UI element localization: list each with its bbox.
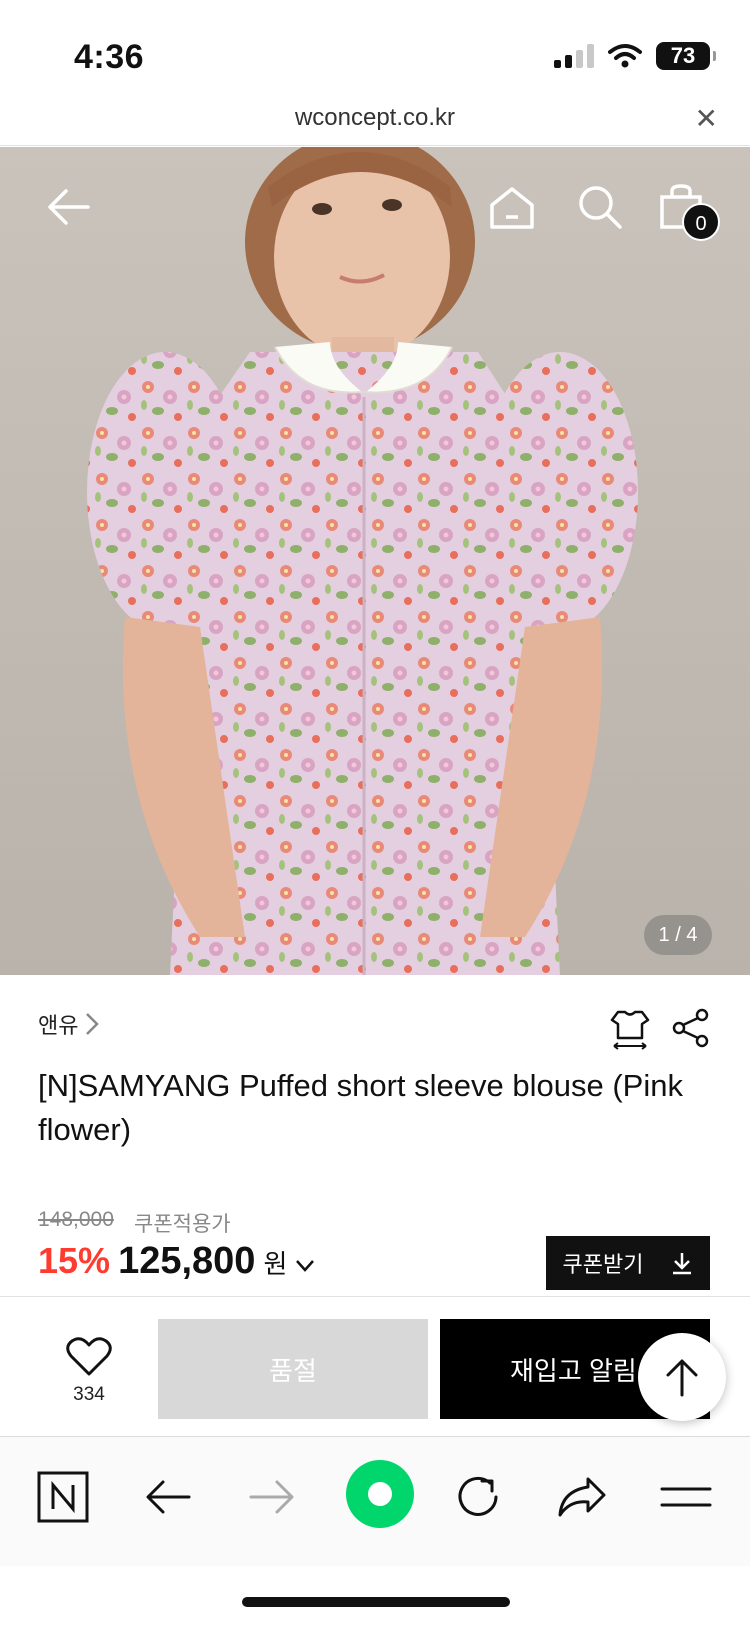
price-row[interactable]: 15% 125,800 원 xyxy=(38,1240,315,1283)
home-icon[interactable] xyxy=(488,183,536,231)
arrow-right-icon xyxy=(249,1480,294,1514)
product-photo xyxy=(87,147,638,975)
coupon-button-label: 쿠폰받기 xyxy=(562,1252,644,1277)
product-name: [N]SAMYANG Puffed short sleeve blouse (P… xyxy=(38,1068,683,1147)
arrow-left-icon xyxy=(146,1480,191,1514)
like-button[interactable]: 334 xyxy=(56,1337,122,1406)
purchase-action-bar: 334 품절 재입고 알림 xyxy=(0,1296,750,1436)
discount-rate: 15% xyxy=(38,1240,111,1281)
brand-link[interactable]: 앤유 xyxy=(38,1008,100,1040)
soldout-button[interactable]: 품절 xyxy=(158,1319,428,1419)
battery-indicator: 73 xyxy=(656,42,716,70)
close-icon[interactable]: ✕ xyxy=(695,102,718,135)
wifi-icon xyxy=(608,44,642,68)
naver-n-icon xyxy=(37,1471,89,1523)
browser-forward-button[interactable] xyxy=(242,1467,302,1527)
status-icons: 73 xyxy=(554,42,716,70)
brand-name: 앤유 xyxy=(38,1013,79,1038)
home-indicator[interactable] xyxy=(242,1597,510,1607)
scroll-to-top-button[interactable] xyxy=(638,1333,726,1421)
chevron-down-icon[interactable] xyxy=(295,1259,315,1273)
arrow-left-icon[interactable] xyxy=(44,183,92,231)
url-text[interactable]: wconcept.co.kr xyxy=(0,104,750,132)
status-time: 4:36 xyxy=(74,38,145,76)
sale-price: 125,800 xyxy=(118,1240,256,1282)
browser-back-button[interactable] xyxy=(138,1467,198,1527)
cellular-signal-icon xyxy=(554,44,594,68)
product-info-icons xyxy=(610,1008,710,1050)
original-price: 148,000 xyxy=(38,1208,114,1231)
product-image-gallery[interactable]: 0 1 / 4 xyxy=(0,147,750,975)
green-dot-button[interactable] xyxy=(345,1459,415,1529)
coupon-price-note: 쿠폰적용가 xyxy=(134,1213,231,1236)
size-guide-icon[interactable] xyxy=(610,1008,650,1050)
gallery-page-indicator: 1 / 4 xyxy=(644,915,712,955)
share-icon[interactable] xyxy=(672,1008,710,1048)
green-dot-icon xyxy=(346,1460,414,1528)
download-icon xyxy=(673,1253,692,1275)
heart-icon xyxy=(66,1337,112,1376)
get-coupon-button[interactable]: 쿠폰받기 xyxy=(546,1236,710,1290)
status-bar: 4:36 73 xyxy=(0,0,750,100)
search-icon[interactable] xyxy=(576,183,624,231)
chevron-right-icon xyxy=(86,1013,100,1035)
browser-toolbar xyxy=(0,1436,750,1566)
share-arrow-icon xyxy=(558,1477,606,1517)
reload-icon xyxy=(458,1476,498,1516)
reload-button[interactable] xyxy=(448,1467,508,1527)
url-bar[interactable]: wconcept.co.kr ✕ xyxy=(0,100,750,146)
currency-unit: 원 xyxy=(263,1249,288,1279)
hamburger-menu-icon xyxy=(660,1487,712,1507)
like-count: 334 xyxy=(73,1384,105,1405)
cart-count-badge: 0 xyxy=(682,203,720,241)
menu-button[interactable] xyxy=(656,1467,716,1527)
arrow-up-icon xyxy=(666,1359,698,1397)
share-page-button[interactable] xyxy=(552,1467,612,1527)
naver-home-button[interactable] xyxy=(33,1467,93,1527)
